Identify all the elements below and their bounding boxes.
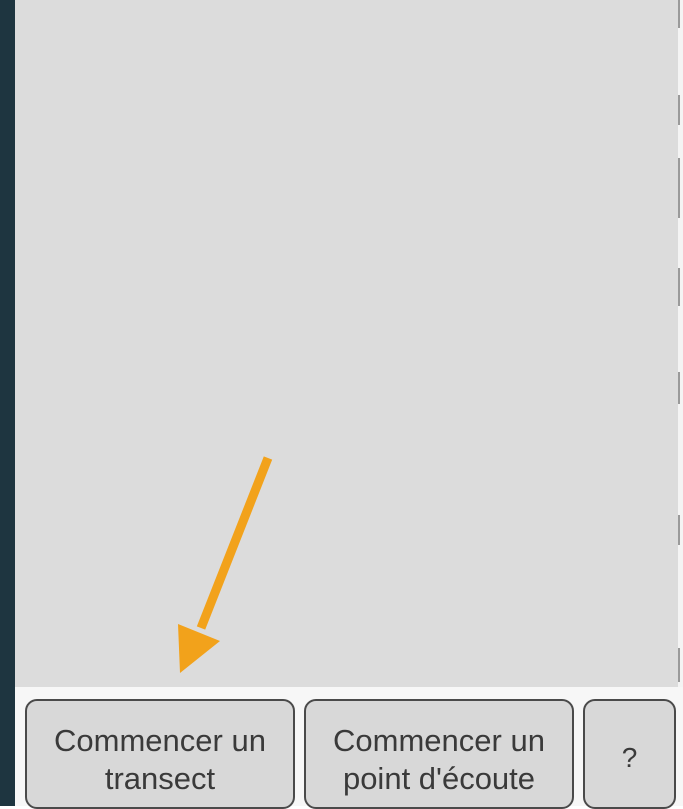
start-transect-label-line1: Commencer un [54,723,266,758]
scrollbar-mark [678,95,680,125]
start-transect-label-line2: transect [104,761,216,796]
scrollbar-mark [678,0,680,28]
content-area [15,0,678,687]
help-button[interactable]: ? [583,699,676,809]
scrollbar-mark [678,268,680,306]
help-label: ? [621,742,638,773]
scrollbar-mark [678,648,680,682]
start-listening-point-label-line2: point d'écoute [342,761,536,796]
scrollbar-mark [678,372,680,404]
start-transect-button[interactable]: Commencer un transect [25,699,295,809]
scrollbar-mark [678,515,680,545]
bottom-button-bar: Commencer un transect Commencer un point… [15,687,683,809]
left-edge-panel [0,0,15,806]
scrollbar-mark [678,158,680,218]
scrollbar-track[interactable] [678,0,683,687]
start-listening-point-button[interactable]: Commencer un point d'écoute [304,699,574,809]
start-listening-point-label-line1: Commencer un [333,723,545,758]
